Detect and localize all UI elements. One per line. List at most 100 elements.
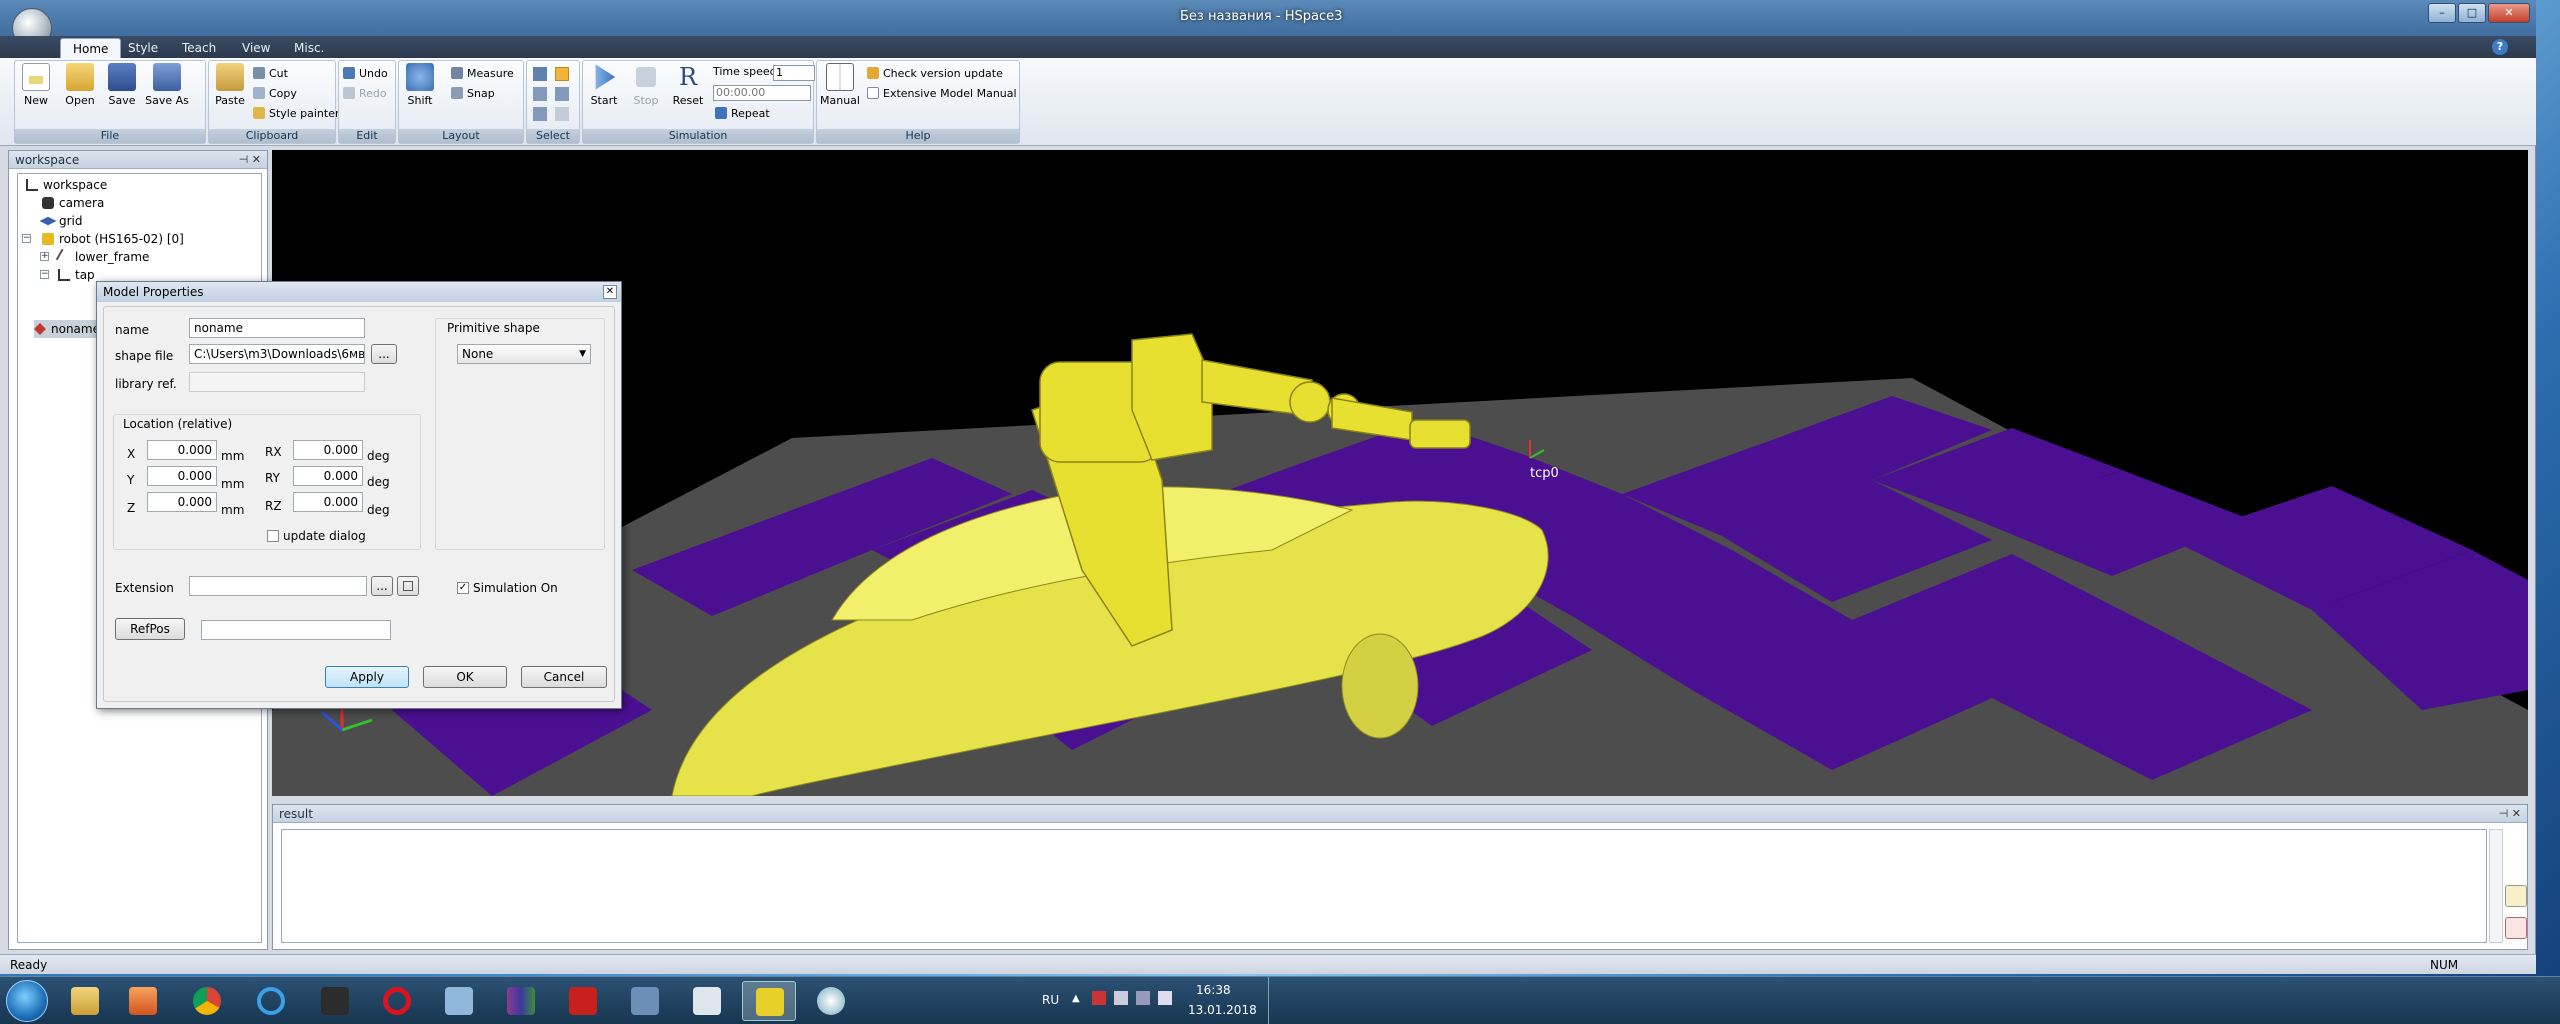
dialog-close-button[interactable]: ✕ <box>603 285 617 299</box>
rz-input[interactable]: 0.000 <box>293 492 363 512</box>
taskbar-app-ie[interactable] <box>244 981 298 1021</box>
cancel-button[interactable]: Cancel <box>521 666 607 688</box>
shape-file-input[interactable]: C:\Users\m3\Downloads\6мв <box>189 344 365 364</box>
clear-result-icon[interactable] <box>2505 885 2527 907</box>
tree-node-tap[interactable]: tap <box>58 266 95 284</box>
tree-node-camera[interactable]: camera <box>42 194 104 212</box>
taskbar-app-one[interactable] <box>308 981 362 1021</box>
clock-date[interactable]: 13.01.2018 <box>1188 1003 1257 1017</box>
new-button[interactable]: New <box>17 63 55 107</box>
extension-browse-button[interactable]: ... <box>371 576 393 596</box>
tab-teach[interactable]: Teach <box>170 38 228 58</box>
cut-button[interactable]: Cut <box>253 65 288 83</box>
select-pointer-icon[interactable] <box>555 67 569 81</box>
tree-node-grid[interactable]: grid <box>39 212 83 230</box>
taskbar-app-archive[interactable] <box>494 981 548 1021</box>
tray-network-icon[interactable] <box>1114 991 1128 1005</box>
manual-button[interactable]: Manual <box>819 63 861 107</box>
taskbar-app-hspace[interactable] <box>742 981 796 1021</box>
select-box-icon[interactable] <box>533 67 547 81</box>
extension-edit-button[interactable] <box>397 576 419 596</box>
snap-button[interactable]: Snap <box>451 85 495 103</box>
rx-input[interactable]: 0.000 <box>293 440 363 460</box>
x-input[interactable]: 0.000 <box>147 440 217 460</box>
tray-signal-icon[interactable] <box>1136 991 1150 1005</box>
y-input[interactable]: 0.000 <box>147 466 217 486</box>
clock-time[interactable]: 16:38 <box>1196 983 1231 997</box>
maximize-button[interactable]: □ <box>2458 3 2486 23</box>
taskbar-app-four[interactable] <box>680 981 734 1021</box>
update-dialog-checkbox[interactable] <box>267 530 279 542</box>
shift-button[interactable]: Shift <box>401 63 439 107</box>
show-desktop-button[interactable] <box>1268 977 1278 1024</box>
help-icon[interactable]: ? <box>2492 39 2508 55</box>
panel-pin-close-icon[interactable]: ⊣ ✕ <box>239 151 261 169</box>
tree-collapse-robot[interactable]: − <box>22 234 31 243</box>
tree-node-workspace[interactable]: workspace <box>26 176 107 194</box>
stop-button[interactable]: Stop <box>627 63 665 107</box>
ry-input[interactable]: 0.000 <box>293 466 363 486</box>
result-scrollbar[interactable] <box>2489 829 2503 943</box>
simulation-on-checkbox[interactable]: ✓ <box>457 582 469 594</box>
paste-button[interactable]: Paste <box>211 63 249 107</box>
save-button[interactable]: Save <box>103 63 141 107</box>
select-rotate-icon[interactable] <box>533 87 547 101</box>
check-version-update-button[interactable]: Check version update <box>867 65 1003 83</box>
primitive-shape-select[interactable]: None ▼ <box>457 344 591 364</box>
tree-node-robot[interactable]: robot (HS165-02) [0] <box>42 230 184 248</box>
style-painter-button[interactable]: Style painter <box>253 105 339 123</box>
dialog-title-bar[interactable]: Model Properties ✕ <box>97 282 621 302</box>
extensive-model-manual-button[interactable]: Extensive Model Manual <box>867 85 1017 103</box>
taskbar-app-three[interactable] <box>618 981 672 1021</box>
chrome-icon <box>193 987 221 1015</box>
tab-style[interactable]: Style <box>116 38 170 58</box>
redo-button[interactable]: Redo <box>343 85 387 103</box>
refpos-button[interactable]: RefPos <box>115 618 185 640</box>
delete-result-icon[interactable] <box>2505 917 2527 939</box>
taskbar-app-explorer[interactable] <box>58 981 112 1021</box>
taskbar-app-opera[interactable] <box>370 981 424 1021</box>
name-input[interactable]: noname <box>189 318 365 338</box>
copy-button[interactable]: Copy <box>253 85 297 103</box>
tray-chevron-icon[interactable]: ▲ <box>1072 993 1080 1004</box>
result-output-area[interactable] <box>281 829 2487 943</box>
tray-flag-icon[interactable] <box>1092 991 1106 1005</box>
close-button[interactable]: ✕ <box>2488 3 2530 23</box>
language-indicator[interactable]: RU <box>1042 993 1059 1007</box>
hand-pan-icon[interactable] <box>555 107 569 121</box>
tree-collapse-tap[interactable]: − <box>40 270 49 279</box>
taskbar-app-paint[interactable] <box>804 981 858 1021</box>
select-scale-icon[interactable] <box>533 107 547 121</box>
extension-input[interactable] <box>189 576 367 596</box>
taskbar-app-chrome[interactable] <box>180 981 234 1021</box>
start-button[interactable]: Start <box>585 63 623 107</box>
start-button[interactable] <box>6 980 48 1022</box>
tray-volume-icon[interactable] <box>1158 991 1172 1005</box>
tree-node-lower-frame[interactable]: lower_frame <box>55 248 149 266</box>
reset-button[interactable]: R Reset <box>669 63 707 107</box>
save-as-button[interactable]: Save As <box>145 63 189 107</box>
measure-button[interactable]: Measure <box>451 65 514 83</box>
repeat-button[interactable]: Repeat <box>715 105 770 123</box>
tab-misc[interactable]: Misc. <box>282 38 336 58</box>
taskbar-app-media[interactable] <box>116 981 170 1021</box>
open-button[interactable]: Open <box>61 63 99 107</box>
ry-unit: deg <box>367 475 390 489</box>
refpos-input[interactable] <box>201 620 391 640</box>
apply-button[interactable]: Apply <box>325 666 409 688</box>
z-input[interactable]: 0.000 <box>147 492 217 512</box>
minimize-button[interactable]: – <box>2428 3 2456 23</box>
shape-file-browse-button[interactable]: ... <box>371 344 397 364</box>
ok-button[interactable]: OK <box>423 666 507 688</box>
panel-pin-close-icon[interactable]: ⊣ ✕ <box>2499 805 2521 823</box>
taskbar-app-two[interactable] <box>432 981 486 1021</box>
window-title: Без названия - HSpace3 <box>1180 9 1343 24</box>
time-speed-input[interactable]: 1 <box>773 65 815 81</box>
select-axis-icon[interactable] <box>555 87 569 101</box>
tab-home[interactable]: Home <box>60 38 122 58</box>
undo-button[interactable]: Undo <box>343 65 388 83</box>
taskbar-app-pdf[interactable] <box>556 981 610 1021</box>
tree-expand-lower-frame[interactable]: + <box>40 252 49 261</box>
tab-view[interactable]: View <box>230 38 282 58</box>
title-bar[interactable]: Без названия - HSpace3 – □ ✕ <box>0 0 2536 36</box>
